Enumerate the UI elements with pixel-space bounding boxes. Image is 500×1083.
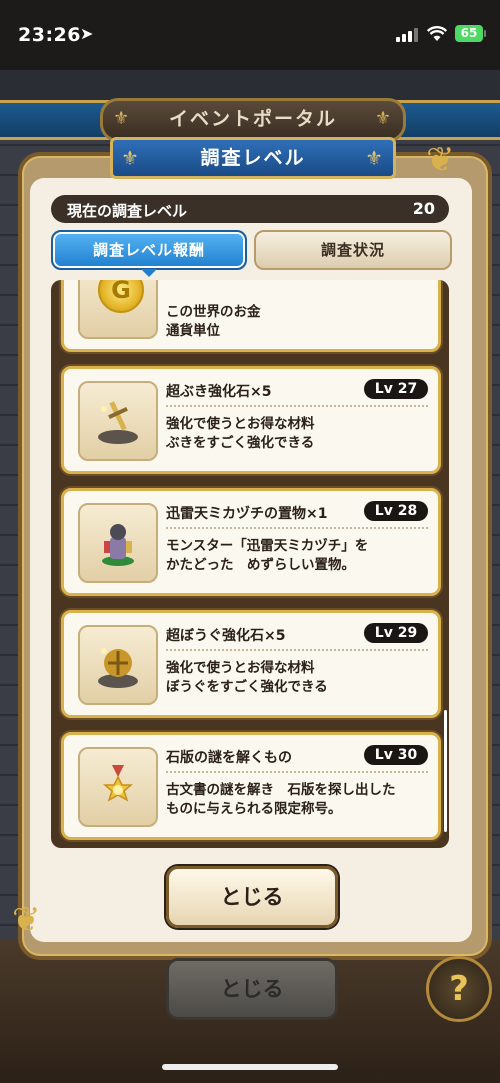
item-description: 強化で使うとお得な材料 ぼうぐをすごく強化できる [166, 660, 328, 695]
cellular-signal-icon [396, 28, 418, 42]
home-indicator[interactable] [162, 1064, 338, 1070]
item-icon-frame: G [78, 280, 158, 339]
item-divider [166, 527, 428, 529]
item-icon-frame [78, 747, 158, 827]
tab-investigation-status[interactable]: 調査状況 [254, 230, 452, 270]
current-level-value: 20 [412, 199, 435, 218]
list-item: 超ぶき強化石×5 Lv 27 強化で使うとお得な材料 ぶきをすごく強化できる [61, 366, 441, 474]
item-divider [166, 649, 428, 651]
list-item: G この世界のお金 通貨単位 [61, 280, 441, 352]
fleur-ornament-icon: ⚜ [121, 146, 141, 170]
fleur-ornament-icon: ⚜ [365, 146, 385, 170]
help-icon[interactable]: ? [426, 956, 492, 1022]
item-description: 強化で使うとお得な材料 ぶきをすごく強化できる [166, 416, 315, 451]
status-bar: 23:26 ➤ 65 [0, 0, 500, 70]
current-level-label: 現在の調査レベル [67, 202, 188, 220]
dialog-title-ribbon: ⚜ 調査レベル ⚜ [110, 137, 396, 179]
list-item: 迅雷天ミカヅチの置物×1 Lv 28 モンスター「迅雷天ミカヅチ」を かたどった… [61, 488, 441, 596]
item-description: モンスター「迅雷天ミカヅチ」を かたどった めずらしい置物。 [166, 538, 369, 573]
reward-list[interactable]: G この世界のお金 通貨単位 超ぶき強化石×5 Lv 27 強化で使うとお得な材… [51, 280, 449, 848]
current-level-row: 現在の調査レベル 20 [51, 195, 449, 223]
item-name: 迅雷天ミカヅチの置物×1 [166, 506, 328, 522]
item-name: 超ぶき強化石×5 [166, 384, 272, 400]
item-icon-frame [78, 503, 158, 583]
item-divider [166, 771, 428, 773]
medal-icon [102, 765, 134, 802]
weapon-upgrade-stone-icon [98, 401, 138, 444]
gold-coin-icon: G [98, 280, 144, 313]
level-badge: Lv 28 [364, 501, 428, 521]
fleur-ornament-icon: ⚜ [113, 108, 132, 129]
corner-ornament-icon: ❦ [12, 900, 41, 940]
corner-ornament-icon: ❦ [426, 140, 455, 180]
item-icon-frame [78, 625, 158, 705]
armor-upgrade-stone-icon [98, 648, 138, 688]
location-arrow-icon: ➤ [80, 24, 94, 43]
battery-icon: 65 [455, 25, 483, 42]
close-button[interactable]: とじる [166, 866, 338, 928]
list-item: 石版の謎を解くもの Lv 30 古文書の謎を解き 石版を探し出した ものに与えら… [61, 732, 441, 840]
level-badge: Lv 29 [364, 623, 428, 643]
wifi-icon [427, 26, 447, 41]
monster-figurine-icon [102, 524, 134, 566]
level-badge: Lv 30 [364, 745, 428, 765]
list-item: 超ぼうぐ強化石×5 Lv 29 強化で使うとお得な材料 ぼうぐをすごく強化できる [61, 610, 441, 718]
battery-tip [484, 30, 486, 37]
status-time: 23:26 [18, 24, 81, 46]
level-badge: Lv 27 [364, 379, 428, 399]
item-divider [166, 405, 428, 407]
tab-level-rewards[interactable]: 調査レベル報酬 [51, 230, 247, 277]
item-name: 超ぼうぐ強化石×5 [166, 628, 286, 644]
event-portal-banner: ⚜ イベントポータル ⚜ [100, 98, 406, 142]
item-name: 石版の謎を解くもの [166, 750, 292, 766]
dialog-title: 調査レベル [200, 147, 306, 169]
event-portal-title: イベントポータル [168, 108, 337, 130]
item-description: この世界のお金 通貨単位 [166, 304, 261, 339]
background-close-button: とじる [166, 958, 338, 1020]
item-icon-frame [78, 381, 158, 461]
list-scrollbar[interactable] [444, 710, 447, 832]
fleur-ornament-icon: ⚜ [374, 108, 393, 129]
item-description: 古文書の謎を解き 石版を探し出した ものに与えられる限定称号。 [166, 782, 396, 817]
